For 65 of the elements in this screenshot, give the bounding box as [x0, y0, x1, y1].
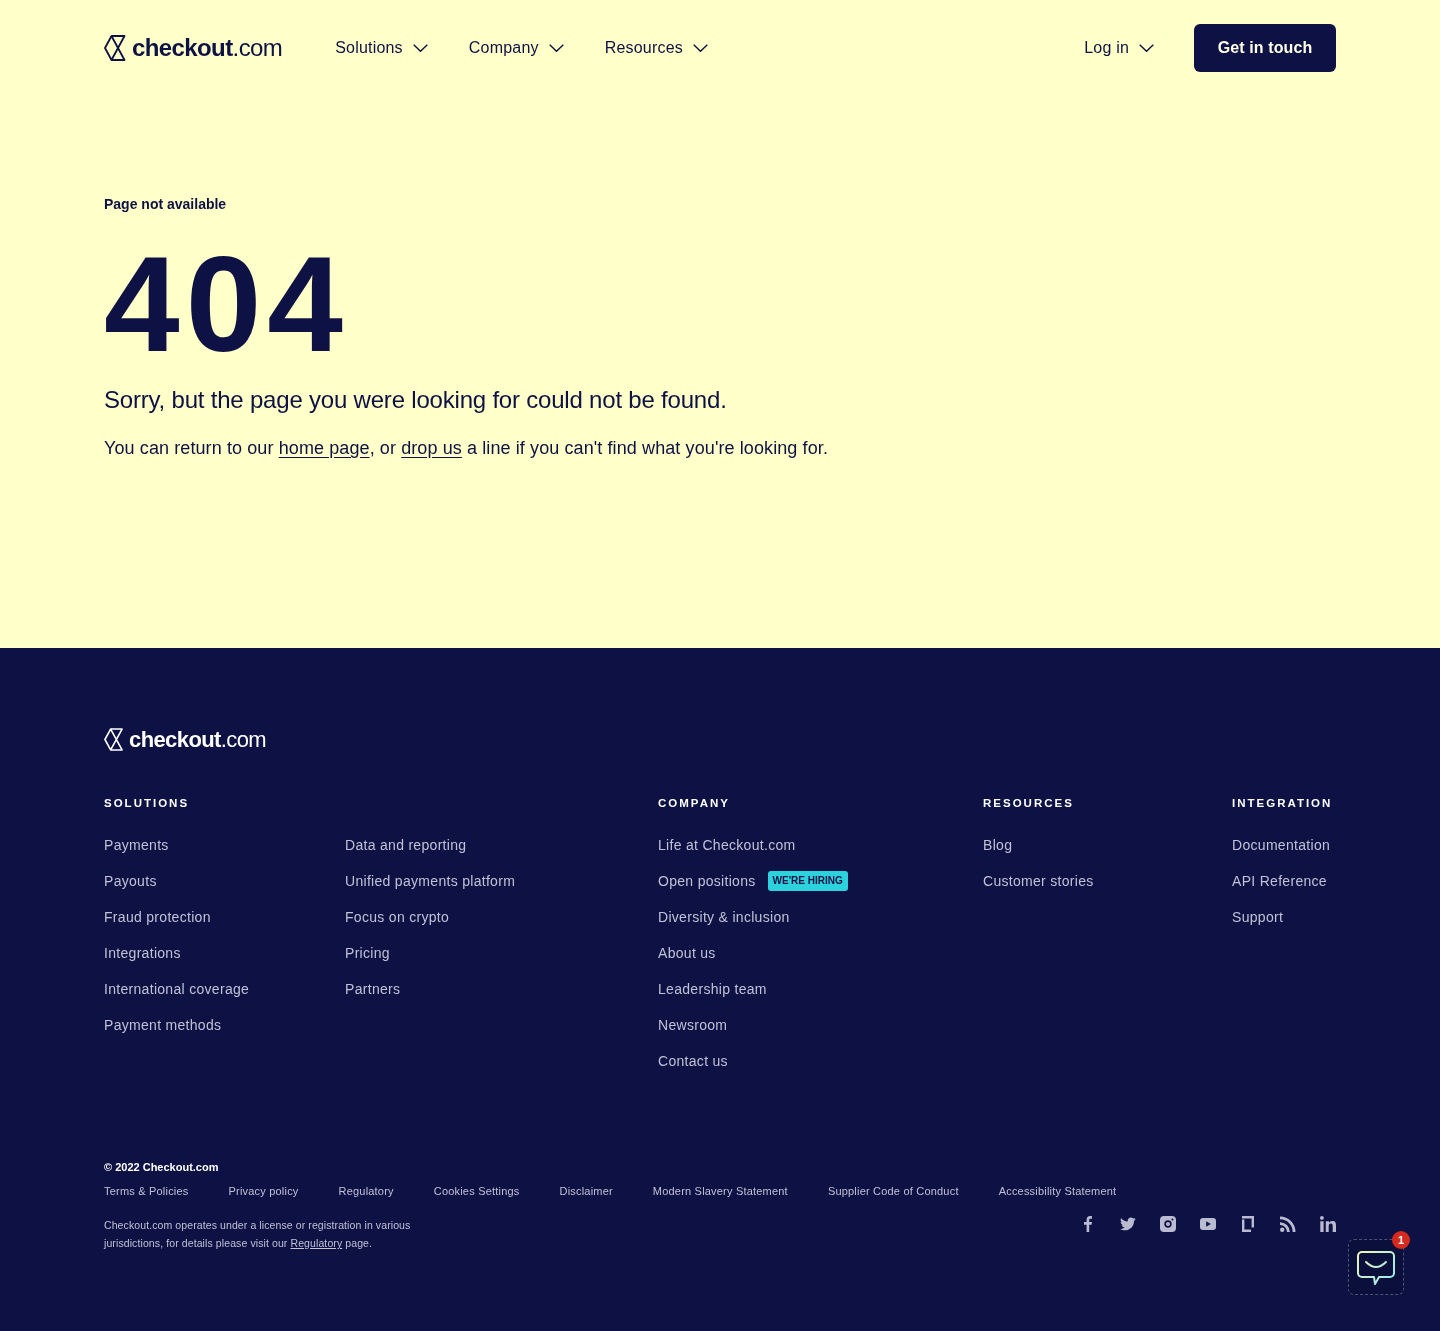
footer-link[interactable]: Payments — [104, 835, 169, 855]
facebook-icon[interactable] — [1084, 1216, 1092, 1232]
license-note: Checkout.com operates under a license or registration in various jurisdictions, for details please visit our Regulatory page. — [104, 1218, 412, 1251]
footer-link[interactable]: Newsroom — [658, 1015, 728, 1035]
caret-icon — [548, 44, 564, 52]
login-menu-button[interactable]: Log in — [1084, 37, 1154, 59]
footer-link[interactable]: Leadership team — [658, 979, 767, 999]
nav-menu-button[interactable]: Solutions — [335, 37, 428, 59]
legal-link[interactable]: Disclaimer — [559, 1183, 613, 1199]
footer-column-heading: INTEGRATION — [1232, 797, 1334, 809]
caret-icon — [412, 44, 428, 52]
footer-link[interactable]: Unified payments platform — [345, 871, 516, 891]
logo-icon[interactable] — [104, 35, 126, 61]
chat-bubble-icon — [1357, 1251, 1395, 1287]
footer-column-heading: RESOURCES — [983, 797, 1075, 809]
legal-link[interactable]: Accessibility Statement — [998, 1183, 1117, 1199]
footer-link[interactable]: Blog — [983, 835, 1013, 855]
footer-link[interactable]: Documentation — [1232, 835, 1331, 855]
footer-link[interactable]: Customer stories — [983, 871, 1094, 891]
footer-link[interactable]: Payment methods — [104, 1015, 222, 1035]
logo-wordmark[interactable]: checkout.com — [129, 728, 267, 751]
copyright-text: © 2022 Checkout.com — [104, 1160, 220, 1175]
text-link[interactable]: drop us — [401, 438, 462, 458]
footer-link[interactable]: Integrations — [104, 943, 181, 963]
text-link[interactable]: Regulatory — [290, 1237, 343, 1249]
footer-column-heading: COMPANY — [658, 797, 731, 809]
footer-link[interactable]: Open positions — [658, 871, 756, 891]
legal-link[interactable]: Supplier Code of Conduct — [827, 1183, 959, 1199]
footer-link[interactable]: Payouts — [104, 871, 157, 891]
return-message: You can return to our home page, or drop us a line if you can't find what you're looking for. — [104, 437, 829, 460]
get-in-touch-button[interactable]: Get in touch — [1194, 24, 1336, 72]
footer-link[interactable]: Data and reporting — [345, 835, 467, 855]
footer-link[interactable]: About us — [658, 943, 716, 963]
legal-link[interactable]: Privacy policy — [228, 1183, 299, 1199]
hiring-badge: WE'RE HIRING — [767, 871, 848, 891]
nav-menu-button[interactable]: Company — [468, 37, 564, 59]
footer-link[interactable]: Support — [1232, 907, 1284, 927]
eyebrow-label: Page not available — [104, 195, 228, 214]
footer-link[interactable]: Fraud protection — [104, 907, 211, 927]
text-link[interactable]: home page — [278, 438, 370, 458]
footer-link[interactable]: Focus on crypto — [345, 907, 450, 927]
footer-link[interactable]: Pricing — [345, 943, 390, 963]
legal-link[interactable]: Regulatory — [338, 1183, 394, 1199]
legal-link[interactable]: Terms & Policies — [104, 1183, 189, 1199]
twitter-icon[interactable] — [1120, 1217, 1136, 1231]
footer-link[interactable]: Diversity & inclusion — [658, 907, 790, 927]
footer-link[interactable]: Contact us — [658, 1051, 728, 1071]
unread-count-badge: 1 — [1392, 1231, 1410, 1249]
caret-icon — [693, 44, 708, 52]
footer-link[interactable]: International coverage — [104, 979, 250, 999]
logo-wordmark[interactable]: checkout.com — [132, 35, 283, 61]
error-headline: Sorry, but the page you were looking for could not be found. — [104, 385, 728, 415]
footer-column-heading: SOLUTIONS — [104, 797, 191, 809]
footer-link[interactable]: Life at Checkout.com — [658, 835, 796, 855]
instagram-icon[interactable] — [1160, 1216, 1176, 1232]
caret-icon — [1139, 44, 1154, 52]
youtube-icon[interactable] — [1200, 1218, 1216, 1230]
nav-menu-button[interactable]: Resources — [604, 37, 708, 59]
linkedin-icon[interactable] — [1320, 1216, 1336, 1232]
rss-feed-icon[interactable] — [1280, 1216, 1296, 1232]
legal-link[interactable]: Cookies Settings — [433, 1183, 520, 1199]
footer-link[interactable]: API Reference — [1232, 871, 1327, 891]
legal-link[interactable]: Modern Slavery Statement — [652, 1183, 788, 1199]
footer-link[interactable]: Partners — [345, 979, 401, 999]
error-code-heading: 404 — [104, 236, 350, 372]
